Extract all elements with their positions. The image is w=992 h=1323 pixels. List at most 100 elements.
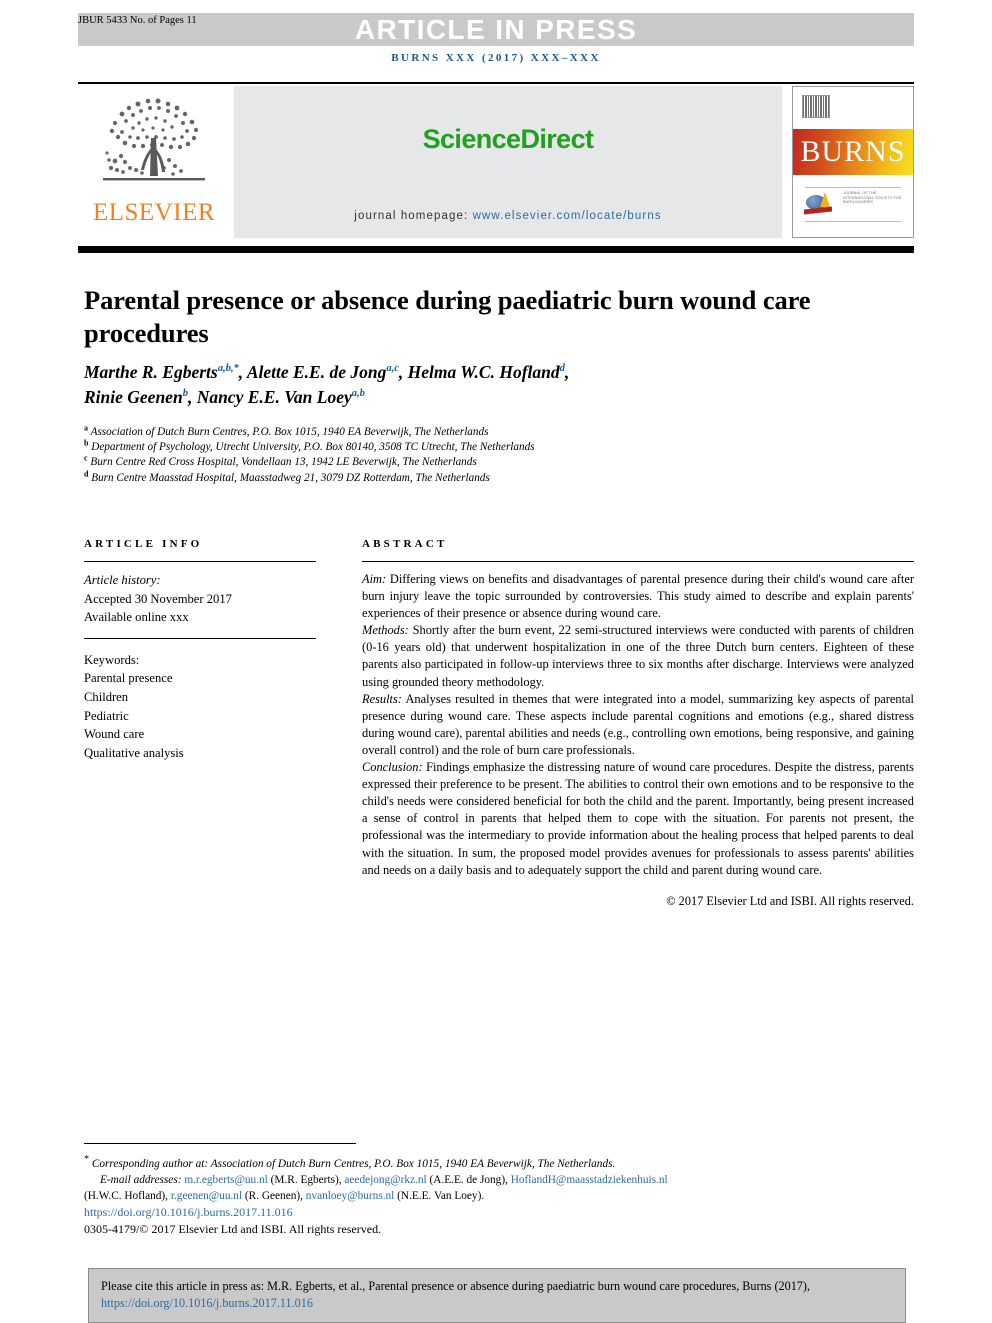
affiliation-text: Burn Centre Maasstad Hospital, Maasstadw… <box>91 471 490 484</box>
abstract-conclusion-paragraph: Conclusion: Findings emphasize the distr… <box>362 759 914 879</box>
cover-divider-2 <box>805 221 901 222</box>
affiliation-text: Department of Psychology, Utrecht Univer… <box>91 441 535 454</box>
burns-journal-cover: BURNS JOURNAL OF THE INTERNATIONAL SOCIE… <box>792 86 914 238</box>
corresponding-author-text: Corresponding author at: Association of … <box>91 1157 616 1170</box>
keyword-item: Parental presence <box>84 671 173 686</box>
cite-doi-link[interactable]: https://doi.org/10.1016/j.burns.2017.11.… <box>101 1296 313 1310</box>
abstract-methods-label: Methods: <box>362 623 409 638</box>
footnote-separator-rule <box>84 1143 356 1144</box>
article-history-block: Article history: Accepted 30 November 20… <box>84 562 316 638</box>
author-name: Alette E.E. de Jong <box>246 362 387 382</box>
abstract-aim-text: Differing views on benefits and disadvan… <box>362 572 914 621</box>
author-name: Rinie Geenen <box>84 387 183 407</box>
author-affil-marker: d <box>559 363 565 375</box>
author-name: Helma W.C. Hofland <box>407 362 560 382</box>
abstract-results-label: Results: <box>362 691 402 706</box>
author-affil-marker: a,b,* <box>217 363 239 375</box>
cite-text: Please cite this article in press as: M.… <box>101 1279 811 1293</box>
email-link[interactable]: m.r.egberts@uu.nl <box>184 1174 268 1186</box>
corresponding-author-marker: * <box>84 1154 89 1165</box>
abstract-conclusion-label: Conclusion: <box>362 760 423 775</box>
keyword-item: Pediatric <box>84 708 129 723</box>
header-top-rule <box>78 82 914 84</box>
author-entry: Marthe R. Egbertsa,b,* <box>84 362 239 382</box>
article-in-press-label: ARTICLE IN PRESS <box>354 14 638 45</box>
author-entry: Helma W.C. Hoflandd <box>408 362 565 382</box>
journal-volume-line: BURNS XXX (2017) XXX–XXX <box>391 52 601 64</box>
affiliation-item: d Burn Centre Maasstad Hospital, Maassta… <box>84 468 884 486</box>
header-bottom-thick-rule <box>78 246 914 253</box>
email-owner: (N.E.E. Van Loey) <box>397 1190 482 1203</box>
keyword-item: Children <box>84 689 129 704</box>
affiliation-marker: a <box>84 423 88 433</box>
journal-homepage-link[interactable]: www.elsevier.com/locate/burns <box>473 210 662 222</box>
cover-divider-1 <box>805 187 901 188</box>
abstract-body: Aim: Differing views on benefits and dis… <box>362 562 914 910</box>
author-entry: Nancy E.E. Van Loeya,b <box>197 387 365 407</box>
author-affil-marker: b <box>182 388 188 400</box>
email-addresses-note-continued: (H.W.C. Hofland), r.geenen@uu.nl (R. Gee… <box>84 1190 485 1203</box>
sciencedirect-panel: ScienceDirect journal homepage: www.else… <box>234 86 782 238</box>
abstract-copyright: © 2017 Elsevier Ltd and ISBI. All rights… <box>666 893 914 908</box>
accepted-date: Accepted 30 November 2017 <box>84 591 232 606</box>
email-addresses-note: E-mail addresses: m.r.egberts@uu.nl (M.R… <box>100 1173 668 1186</box>
abstract-results-paragraph: Results: Analyses resulted in themes tha… <box>362 691 914 759</box>
cite-this-article-box: Please cite this article in press as: M.… <box>88 1268 906 1323</box>
footnote-block: * Corresponding author at: Association o… <box>84 1152 914 1237</box>
article-info-column: ARTICLE INFO Article history: Accepted 3… <box>84 538 316 762</box>
affiliation-text: Association of Dutch Burn Centres, P.O. … <box>90 426 489 438</box>
email-owner: (R. Geenen) <box>244 1190 301 1203</box>
author-name: Nancy E.E. Van Loey <box>196 387 352 407</box>
cover-journal-title: BURNS <box>800 135 906 168</box>
gray-banner-bar: ARTICLE IN PRESS <box>78 13 914 46</box>
affiliation-item: b Department of Psychology, Utrecht Univ… <box>84 439 884 455</box>
article-info-heading: ARTICLE INFO <box>84 538 203 550</box>
barcode-icon <box>802 95 830 118</box>
paper-page: ARTICLE IN PRESS JBUR 5433 No. of Pages … <box>0 0 992 1323</box>
cover-society-text: JOURNAL OF THE INTERNATIONAL SOCIETY FOR… <box>843 191 905 205</box>
manuscript-id-label: JBUR 5433 No. of Pages 11 <box>78 15 197 26</box>
elsevier-wordmark: ELSEVIER <box>92 199 216 226</box>
affiliation-item: a Association of Dutch Burn Centres, P.O… <box>84 423 884 440</box>
journal-homepage-line: journal homepage: www.elsevier.com/locat… <box>234 210 782 222</box>
abstract-methods-text: Shortly after the burn event, 22 semi-st… <box>362 623 914 689</box>
author-affil-marker: a,b <box>351 388 365 400</box>
email-link[interactable]: aeedejong@rkz.nl <box>344 1174 426 1186</box>
affiliation-text: Burn Centre Red Cross Hospital, Vondella… <box>90 456 477 469</box>
page-title: Parental presence or absence during paed… <box>84 284 811 348</box>
author-name: Marthe R. Egberts <box>84 362 218 382</box>
author-list: Marthe R. Egbertsa,b,*, Alette E.E. de J… <box>84 362 570 407</box>
affiliation-marker: d <box>84 468 89 478</box>
email-link[interactable]: HoflandH@maasstadziekenhuis.nl <box>511 1174 668 1186</box>
issn-copyright-line: 0305-4179/© 2017 Elsevier Ltd and ISBI. … <box>84 1221 382 1236</box>
author-entry: Rinie Geenenb <box>84 387 188 407</box>
doi-link[interactable]: https://doi.org/10.1016/j.burns.2017.11.… <box>84 1204 914 1220</box>
email-link[interactable]: r.geenen@uu.nl <box>171 1190 242 1202</box>
abstract-conclusion-text: Findings emphasize the distressing natur… <box>362 760 914 877</box>
keywords-label: Keywords: <box>84 652 140 667</box>
elsevier-logo-block: ELSEVIER <box>78 86 230 238</box>
available-online: Available online xxx <box>84 610 189 625</box>
author-affil-marker: a,c <box>386 363 399 375</box>
abstract-methods-paragraph: Methods: Shortly after the burn event, 2… <box>362 622 914 690</box>
abstract-aim-paragraph: Aim: Differing views on benefits and dis… <box>362 571 914 622</box>
email-link[interactable]: nvanloey@burns.nl <box>306 1190 395 1202</box>
sciencedirect-wordmark: ScienceDirect <box>422 124 594 154</box>
keyword-item: Wound care <box>84 727 145 742</box>
journal-header-row: ELSEVIER ScienceDirect journal homepage:… <box>78 86 914 238</box>
affiliation-list: a Association of Dutch Burn Centres, P.O… <box>84 423 884 486</box>
society-line-3: BURN INJURIES <box>843 200 874 205</box>
affiliation-marker: c <box>84 453 88 463</box>
email-owner: (A.E.E. de Jong) <box>429 1173 506 1186</box>
email-owner: (M.R. Egberts) <box>270 1173 339 1186</box>
author-entry: Alette E.E. de Jonga,c <box>247 362 399 382</box>
isbi-flame-shape <box>820 192 830 207</box>
abstract-results-text: Analyses resulted in themes that were in… <box>362 691 914 757</box>
article-history-label: Article history: <box>84 573 161 587</box>
keyword-item: Qualitative analysis <box>84 745 184 760</box>
article-in-press-banner: ARTICLE IN PRESS JBUR 5433 No. of Pages … <box>0 0 992 46</box>
abstract-aim-label: Aim: <box>362 572 387 586</box>
affiliation-item: c Burn Centre Red Cross Hospital, Vondel… <box>84 453 884 470</box>
isbi-society-logo-icon <box>804 191 836 215</box>
email-owner: (H.W.C. Hofland) <box>84 1190 166 1203</box>
